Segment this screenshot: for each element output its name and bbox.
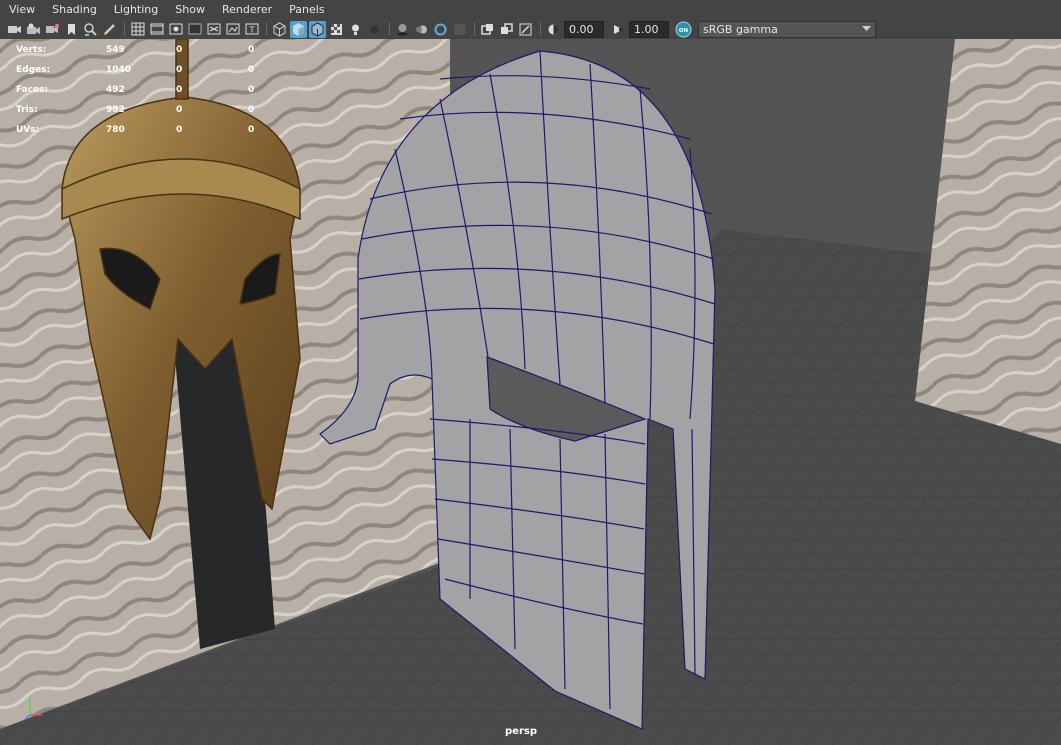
hud-value: 982 [106, 105, 125, 115]
view-axis-icon [20, 691, 50, 727]
hud-value: 492 [106, 85, 125, 95]
hud-row-tris: Tris: 982 0 0 [16, 100, 278, 120]
bookmarks-icon[interactable] [44, 21, 61, 38]
resolution-gate-icon[interactable] [167, 21, 184, 38]
hud-label: Faces: [16, 85, 49, 95]
toolbar-separator [474, 22, 475, 36]
hud-value: 0 [176, 45, 183, 55]
hud-value: 0 [248, 105, 255, 115]
hud-value: 0 [248, 65, 255, 75]
hud-value: 780 [106, 125, 125, 135]
gamma-field[interactable]: 1.00 [629, 20, 669, 38]
anti-aliasing-icon[interactable] [432, 21, 449, 38]
menu-show[interactable]: Show [166, 0, 213, 19]
toolbar-separator [389, 22, 390, 36]
hud-value: 0 [248, 45, 255, 55]
field-chart-icon[interactable] [205, 21, 222, 38]
viewport-toolbar: T 0.00 1.00 ON sRGB gamma [0, 19, 1061, 39]
camera-select-icon[interactable] [6, 21, 23, 38]
hud-value: 0 [248, 85, 255, 95]
xray-icon[interactable] [498, 21, 515, 38]
gate-mask-icon[interactable] [186, 21, 203, 38]
menu-lighting[interactable]: Lighting [105, 0, 166, 19]
image-plane-icon[interactable] [63, 21, 80, 38]
hud-label: Tris: [16, 105, 38, 115]
scene-canvas [0, 39, 1061, 745]
menu-shading[interactable]: Shading [43, 0, 105, 19]
hud-value: 0 [176, 125, 183, 135]
exposure-icon[interactable] [545, 21, 562, 38]
hud-row-faces: Faces: 492 0 0 [16, 80, 278, 100]
poly-count-hud: Verts: 549 0 0 Edges: 1040 0 0 Faces: 49… [16, 40, 278, 140]
svg-text:ON: ON [679, 28, 689, 34]
hud-row-verts: Verts: 549 0 0 [16, 40, 278, 60]
hud-value: 549 [106, 45, 125, 55]
depth-of-field-icon[interactable] [451, 21, 468, 38]
hud-value: 0 [176, 65, 183, 75]
grid-icon[interactable] [129, 21, 146, 38]
toolbar-separator [266, 22, 267, 36]
svg-text:T: T [248, 26, 254, 35]
color-space-value: sRGB gamma [703, 22, 778, 36]
color-management-icon[interactable]: ON [675, 21, 692, 38]
hud-value: 0 [176, 85, 183, 95]
safe-title-icon[interactable]: T [243, 21, 260, 38]
hud-label: Verts: [16, 45, 47, 55]
hud-row-edges: Edges: 1040 0 0 [16, 60, 278, 80]
viewport-menubar: View Shading Lighting Show Renderer Pane… [0, 0, 1061, 19]
menu-view[interactable]: View [0, 0, 43, 19]
motion-blur-icon[interactable] [413, 21, 430, 38]
grease-pencil-icon[interactable] [101, 21, 118, 38]
menu-renderer[interactable]: Renderer [213, 0, 280, 19]
reference-image-right [915, 39, 1061, 444]
camera-name-label: persp [505, 726, 537, 737]
exposure-field[interactable]: 0.00 [564, 20, 604, 38]
wireframe-icon[interactable] [271, 21, 288, 38]
hud-label: Edges: [16, 65, 51, 75]
toolbar-separator [124, 22, 125, 36]
hud-value: 0 [176, 105, 183, 115]
xray-joints-icon[interactable] [517, 21, 534, 38]
isolate-select-icon[interactable] [479, 21, 496, 38]
hud-row-uvs: UVs: 780 0 0 [16, 120, 278, 140]
toolbar-separator [540, 22, 541, 36]
hud-label: UVs: [16, 125, 40, 135]
film-gate-icon[interactable] [148, 21, 165, 38]
hud-value: 1040 [106, 65, 132, 75]
menu-panels[interactable]: Panels [280, 0, 332, 19]
camera-attributes-icon[interactable] [25, 21, 42, 38]
perspective-viewport[interactable]: Verts: 549 0 0 Edges: 1040 0 0 Faces: 49… [0, 39, 1061, 745]
shadows-icon[interactable] [366, 21, 383, 38]
hud-value: 0 [248, 125, 255, 135]
color-space-dropdown[interactable]: sRGB gamma [698, 20, 876, 38]
wireframe-on-shaded-icon[interactable] [309, 20, 326, 38]
safe-action-icon[interactable] [224, 21, 241, 38]
ambient-occlusion-icon[interactable] [394, 21, 411, 38]
use-all-lights-icon[interactable] [347, 21, 364, 38]
chevron-down-icon [857, 26, 875, 32]
smooth-shade-icon[interactable] [290, 20, 307, 38]
textured-icon[interactable] [328, 21, 345, 38]
gamma-icon[interactable] [610, 21, 627, 38]
2d-pan-zoom-icon[interactable] [82, 21, 99, 38]
